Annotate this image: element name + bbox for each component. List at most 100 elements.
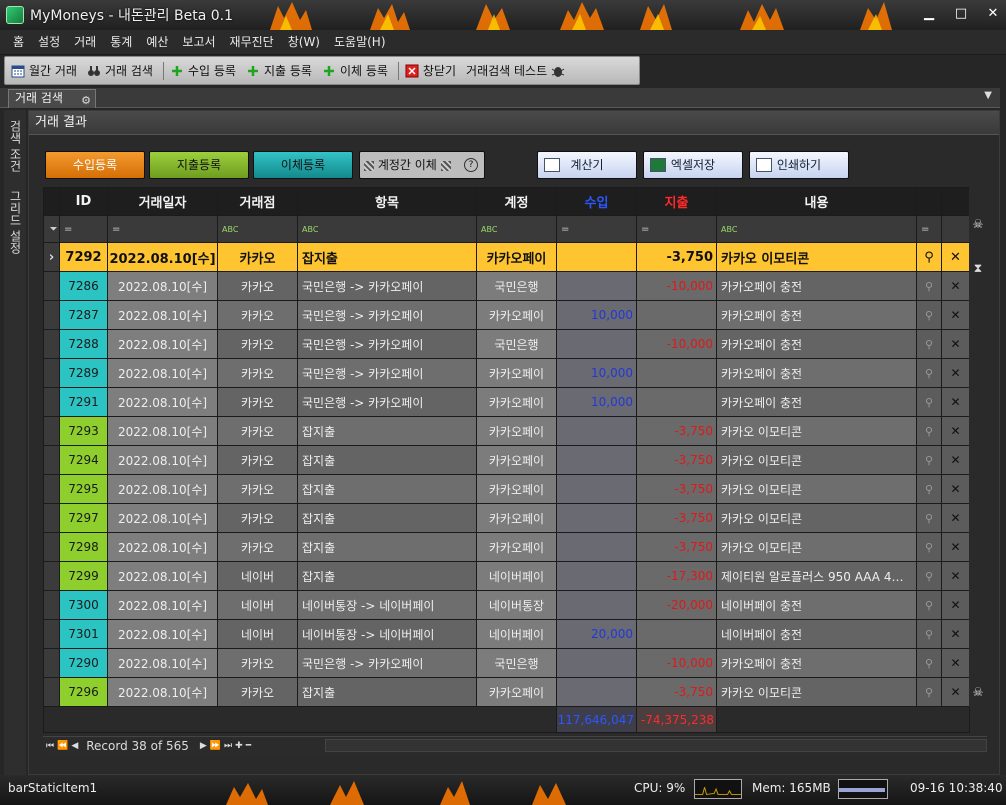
row-indicator[interactable] xyxy=(43,358,60,388)
menu-transactions[interactable]: 거래 xyxy=(67,30,103,55)
cell-income[interactable] xyxy=(556,503,637,533)
column-header-account[interactable]: 계정 xyxy=(476,187,557,216)
cell-account[interactable]: 카카오페이 xyxy=(476,445,557,475)
filter-action[interactable]: = xyxy=(916,215,942,243)
cell-item[interactable]: 국민은행 -> 카카오페이 xyxy=(297,329,477,359)
cell-income[interactable] xyxy=(556,590,637,620)
row-indicator[interactable] xyxy=(43,474,60,504)
row-search-icon[interactable]: ⚲ xyxy=(916,271,942,301)
cell-memo[interactable]: 카카오 이모티콘 xyxy=(716,445,917,475)
cell-id[interactable]: 7296 xyxy=(59,677,108,707)
cell-income[interactable] xyxy=(556,242,637,272)
cell-date[interactable]: 2022.08.10[수] xyxy=(107,648,218,678)
maximize-button[interactable]: □ xyxy=(952,5,970,23)
cell-account[interactable]: 네이버페이 xyxy=(476,619,557,649)
cell-date[interactable]: 2022.08.10[수] xyxy=(107,242,218,272)
menu-settings[interactable]: 설정 xyxy=(31,30,67,55)
row-search-icon[interactable]: ⚲ xyxy=(916,619,942,649)
table-row[interactable]: 7294 2022.08.10[수] 카카오 잡지출 카카오페이 -3,750 카카오 이모… xyxy=(43,445,970,475)
toolbar-add-transfer-button[interactable]: 이체 등록 xyxy=(322,62,388,79)
cell-id[interactable]: 7295 xyxy=(59,474,108,504)
cell-memo[interactable]: 제이티원 알로플러스 950 AAA 4… xyxy=(716,561,917,591)
cell-expense[interactable]: -3,750 xyxy=(636,532,717,562)
row-indicator[interactable] xyxy=(43,445,60,475)
cell-store[interactable]: 카카오 xyxy=(217,503,298,533)
cell-date[interactable]: 2022.08.10[수] xyxy=(107,271,218,301)
cell-expense[interactable]: -3,750 xyxy=(636,677,717,707)
table-row[interactable]: 7289 2022.08.10[수] 카카오 국민은행 -> 카카오페이 카카오페이 10… xyxy=(43,358,970,388)
toolbar-close-window-button[interactable]: 창닫기 xyxy=(405,62,456,79)
row-indicator[interactable] xyxy=(43,503,60,533)
cell-item[interactable]: 국민은행 -> 카카오페이 xyxy=(297,387,477,417)
cell-id[interactable]: 7289 xyxy=(59,358,108,388)
cell-store[interactable]: 카카오 xyxy=(217,416,298,446)
row-indicator[interactable] xyxy=(43,532,60,562)
table-row[interactable]: 7298 2022.08.10[수] 카카오 잡지출 카카오페이 -3,750 카카오 이모… xyxy=(43,532,970,562)
side-tab-grid-settings[interactable]: 그리드 설정 xyxy=(6,190,24,254)
cell-account[interactable]: 카카오페이 xyxy=(476,503,557,533)
cell-expense[interactable]: -10,000 xyxy=(636,271,717,301)
row-indicator[interactable] xyxy=(43,300,60,330)
cell-expense[interactable]: -10,000 xyxy=(636,329,717,359)
column-header-date[interactable]: 거래일자 xyxy=(107,187,218,216)
row-indicator[interactable] xyxy=(43,416,60,446)
cell-date[interactable]: 2022.08.10[수] xyxy=(107,590,218,620)
cell-item[interactable]: 잡지출 xyxy=(297,445,477,475)
toolbar-test-button[interactable]: 거래검색 테스트 xyxy=(466,62,565,79)
cell-account[interactable]: 카카오페이 xyxy=(476,242,557,272)
cell-income[interactable] xyxy=(556,329,637,359)
row-delete-icon[interactable]: ✕ xyxy=(941,445,970,475)
table-row[interactable]: 7291 2022.08.10[수] 카카오 국민은행 -> 카카오페이 카카오페이 10… xyxy=(43,387,970,417)
row-indicator[interactable] xyxy=(43,619,60,649)
cell-expense[interactable]: -10,000 xyxy=(636,648,717,678)
tab-transaction-search[interactable]: 거래 검색 ⚙ xyxy=(8,89,96,108)
cell-store[interactable]: 네이버 xyxy=(217,619,298,649)
cell-expense[interactable]: -3,750 xyxy=(636,416,717,446)
cell-expense[interactable] xyxy=(636,619,717,649)
cell-item[interactable]: 국민은행 -> 카카오페이 xyxy=(297,358,477,388)
row-delete-icon[interactable]: ✕ xyxy=(941,416,970,446)
cell-id[interactable]: 7301 xyxy=(59,619,108,649)
cell-store[interactable]: 카카오 xyxy=(217,474,298,504)
close-button[interactable]: ✕ xyxy=(984,5,1002,23)
cell-memo[interactable]: 카카오페이 충전 xyxy=(716,358,917,388)
cell-memo[interactable]: 카카오페이 충전 xyxy=(716,300,917,330)
help-icon[interactable]: ? xyxy=(464,158,478,172)
cell-expense[interactable] xyxy=(636,387,717,417)
cell-memo[interactable]: 카카오 이모티콘 xyxy=(716,503,917,533)
first-record-icon[interactable]: ⏮ xyxy=(46,741,54,751)
cell-date[interactable]: 2022.08.10[수] xyxy=(107,561,218,591)
cell-account[interactable]: 카카오페이 xyxy=(476,358,557,388)
scroll-top-icon[interactable]: ☠ xyxy=(971,217,985,231)
cell-item[interactable]: 네이버통장 -> 네이버페이 xyxy=(297,590,477,620)
row-indicator[interactable]: › xyxy=(43,242,60,272)
row-delete-icon[interactable]: ✕ xyxy=(941,503,970,533)
row-indicator[interactable] xyxy=(43,590,60,620)
row-indicator[interactable] xyxy=(43,271,60,301)
table-row[interactable]: 7301 2022.08.10[수] 네이버 네이버통장 -> 네이버페이 네이버페이 2… xyxy=(43,619,970,649)
prev-page-icon[interactable]: ⏪ xyxy=(57,741,68,751)
row-delete-icon[interactable]: ✕ xyxy=(941,271,970,301)
row-delete-icon[interactable]: ✕ xyxy=(941,474,970,504)
cell-memo[interactable]: 네이버페이 충전 xyxy=(716,619,917,649)
cell-memo[interactable]: 카카오페이 충전 xyxy=(716,387,917,417)
row-search-icon[interactable]: ⚲ xyxy=(916,242,942,272)
row-indicator[interactable] xyxy=(43,677,60,707)
cell-store[interactable]: 카카오 xyxy=(217,300,298,330)
cell-item[interactable]: 네이버통장 -> 네이버페이 xyxy=(297,619,477,649)
cell-expense[interactable]: -3,750 xyxy=(636,474,717,504)
cell-store[interactable]: 네이버 xyxy=(217,561,298,591)
menu-statistics[interactable]: 통계 xyxy=(103,30,139,55)
excel-save-button[interactable]: 엑셀저장 xyxy=(643,151,743,179)
column-header-store[interactable]: 거래점 xyxy=(217,187,298,216)
row-search-icon[interactable]: ⚲ xyxy=(916,561,942,591)
table-row[interactable]: 7287 2022.08.10[수] 카카오 국민은행 -> 카카오페이 카카오페이 10… xyxy=(43,300,970,330)
cell-memo[interactable]: 카카오 이모티콘 xyxy=(716,416,917,446)
grid-horizontal-scrollbar[interactable] xyxy=(325,739,987,752)
row-search-icon[interactable]: ⚲ xyxy=(916,300,942,330)
cell-memo[interactable]: 카카오 이모티콘 xyxy=(716,242,917,272)
cell-date[interactable]: 2022.08.10[수] xyxy=(107,300,218,330)
toolbar-monthly-button[interactable]: 월간 거래 xyxy=(11,62,77,79)
cell-store[interactable]: 카카오 xyxy=(217,358,298,388)
cell-store[interactable]: 카카오 xyxy=(217,445,298,475)
